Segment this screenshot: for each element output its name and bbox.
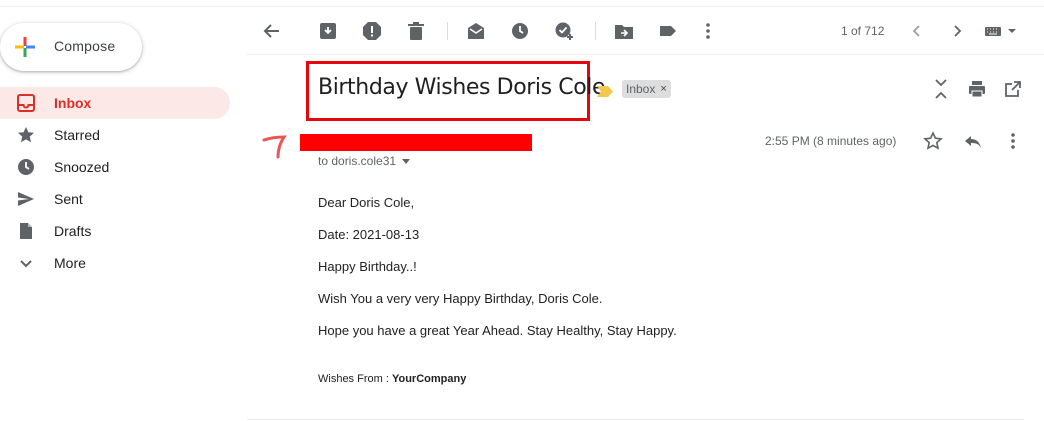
older-icon[interactable] — [946, 20, 968, 42]
sidebar-item-sent[interactable]: Sent — [0, 183, 230, 215]
delete-icon[interactable] — [405, 20, 427, 42]
body-line: Hope you have a great Year Ahead. Stay H… — [318, 323, 677, 338]
sidebar-item-label: Starred — [54, 127, 100, 143]
chevron-down-icon — [402, 159, 411, 165]
star-icon[interactable] — [922, 130, 944, 152]
email-timestamp: 2:55 PM (8 minutes ago) — [765, 134, 897, 148]
body-date: Date: 2021-08-13 — [318, 227, 420, 242]
sidebar-item-label: Snoozed — [54, 159, 110, 175]
sidebar-item-label: Inbox — [54, 95, 92, 111]
print-icon[interactable] — [966, 78, 988, 100]
clock-icon — [16, 157, 36, 177]
body-greeting: Dear Doris Cole, — [318, 195, 415, 210]
recipient-details[interactable]: to doris.cole31 — [318, 154, 411, 168]
mark-unread-icon[interactable] — [465, 20, 487, 42]
email-subject: Birthday Wishes Doris Cole — [318, 75, 606, 100]
sidebar-item-more[interactable]: More — [0, 247, 230, 279]
toolbar-separator — [447, 22, 448, 40]
body-line: Happy Birthday..! — [318, 259, 417, 274]
open-new-window-icon[interactable] — [1002, 78, 1024, 100]
add-task-icon[interactable] — [553, 20, 575, 42]
move-to-icon[interactable] — [613, 20, 635, 42]
recipient-text: to doris.cole31 — [318, 154, 397, 168]
pagination-count: 1 of 712 — [841, 24, 885, 38]
inbox-icon — [16, 93, 36, 113]
toolbar-separator — [595, 22, 596, 40]
importance-marker-icon[interactable] — [597, 84, 613, 97]
label-chip-inbox: Inbox × — [622, 80, 671, 98]
snooze-icon[interactable] — [509, 20, 531, 42]
star-icon — [16, 125, 36, 145]
signature-company: YourCompany — [391, 373, 467, 385]
chevron-down-icon — [16, 253, 36, 273]
back-arrow-icon[interactable] — [261, 20, 283, 42]
sidebar-item-starred[interactable]: Starred — [0, 119, 230, 151]
body-signature: Wishes From : YourCompany — [318, 373, 466, 385]
send-icon — [16, 189, 36, 209]
sidebar-item-inbox[interactable]: Inbox — [0, 87, 230, 119]
collapse-all-icon[interactable] — [930, 78, 952, 100]
top-divider — [0, 6, 1044, 7]
redacted-sender-name — [300, 134, 532, 151]
sidebar-item-label: Drafts — [54, 223, 92, 239]
toolbar-divider — [247, 54, 1044, 55]
archive-icon[interactable] — [317, 20, 339, 42]
more-vert-icon[interactable] — [1002, 130, 1024, 152]
remove-label-icon[interactable]: × — [660, 83, 666, 95]
body-line: Wish You a very very Happy Birthday, Dor… — [318, 291, 603, 306]
label-chip-text: Inbox — [626, 82, 656, 96]
sidebar-item-snoozed[interactable]: Snoozed — [0, 151, 230, 183]
more-vert-icon[interactable] — [697, 20, 719, 42]
sidebar-item-label: More — [54, 255, 86, 271]
reply-icon[interactable] — [962, 130, 984, 152]
sidebar-item-label: Sent — [54, 191, 83, 207]
sender-avatar — [262, 131, 302, 171]
draft-icon — [16, 221, 36, 241]
signature-prefix: Wishes From : — [318, 373, 392, 385]
compose-plus-icon — [13, 35, 37, 59]
compose-button[interactable]: Compose — [0, 23, 142, 71]
compose-label: Compose — [54, 38, 116, 54]
label-icon[interactable] — [657, 20, 679, 42]
report-spam-icon[interactable] — [361, 20, 383, 42]
message-divider — [247, 419, 1024, 420]
input-tools-icon[interactable] — [984, 20, 1020, 42]
sidebar-item-drafts[interactable]: Drafts — [0, 215, 230, 247]
newer-icon[interactable] — [906, 20, 928, 42]
